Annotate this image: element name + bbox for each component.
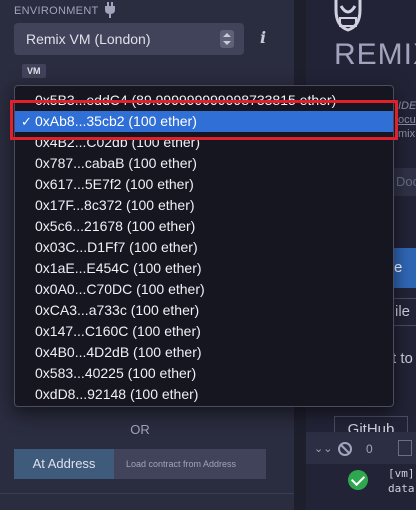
account-option-label: 0xCA3...a733c (100 ether) <box>35 302 200 318</box>
account-option-label: 0x1aE...E454C (100 ether) <box>35 260 202 276</box>
environment-label: ENVIRONMENT <box>14 5 99 17</box>
account-option[interactable]: 0xdD8...92148 (100 ether) <box>15 384 393 405</box>
terminal-log: [vm] data <box>388 466 415 496</box>
log-line: [vm] <box>388 467 415 480</box>
environment-select[interactable]: Remix VM (London) <box>14 23 244 55</box>
account-option[interactable]: 0x4B0...4D2dB (100 ether) <box>15 342 393 363</box>
account-option[interactable]: 0x17F...8c372 (100 ether) <box>15 195 393 216</box>
account-option[interactable]: 0x787...cabaB (100 ether) <box>15 153 393 174</box>
account-option-label: 0x4B0...4D2dB (100 ether) <box>35 344 202 360</box>
account-option-label: 0x0A0...C70DC (100 ether) <box>35 281 205 297</box>
primary-button[interactable]: e <box>392 248 416 288</box>
at-address-button[interactable]: At Address <box>14 449 114 479</box>
address-input[interactable]: Load contract from Address <box>114 449 266 479</box>
account-option[interactable]: 0xCA3...a733c (100 ether) <box>15 300 393 321</box>
account-option-label: 0x5c6...21678 (100 ether) <box>35 218 196 234</box>
account-option[interactable]: 0x583...40225 (100 ether) <box>15 363 393 384</box>
listen-checkbox[interactable] <box>398 440 412 456</box>
ide-text: IDE <box>398 100 416 112</box>
account-option[interactable]: 0x5c6...21678 (100 ether) <box>15 216 393 237</box>
account-option-label: 0x147...C160C (100 ether) <box>35 323 201 339</box>
account-option[interactable]: 0x617...5E7f2 (100 ether) <box>15 174 393 195</box>
account-option-label: 0x583...40225 (100 ether) <box>35 365 197 381</box>
remix-logo-icon <box>334 0 362 32</box>
documentation-link[interactable]: ocu <box>398 114 416 126</box>
log-line: data <box>388 482 415 495</box>
account-option[interactable]: 0x03C...D1Ff7 (100 ether) <box>15 237 393 258</box>
clear-console-icon[interactable] <box>338 442 352 456</box>
account-option-label: 0x17F...8c372 (100 ether) <box>35 197 195 213</box>
account-option[interactable]: 0x147...C160C (100 ether) <box>15 321 393 342</box>
divider <box>0 493 294 494</box>
brand-title: REMIX <box>334 38 416 71</box>
chevron-double-down-icon[interactable]: ⌄⌄ <box>314 442 332 455</box>
success-check-icon <box>348 470 368 490</box>
info-icon[interactable]: i <box>260 28 270 47</box>
pending-tx-count: 0 <box>366 442 373 456</box>
featured-text: t to <box>392 350 413 367</box>
file-button[interactable]: ile <box>392 298 416 326</box>
plug-icon <box>105 2 115 18</box>
account-option-label: 0xdD8...92148 (100 ether) <box>35 386 199 402</box>
account-option[interactable]: 0x1aE...E454C (100 ether) <box>15 258 393 279</box>
account-option-label: 0x617...5E7f2 (100 ether) <box>35 176 194 192</box>
vm-badge: VM <box>22 64 46 78</box>
account-option[interactable]: 0x0A0...C70DC (100 ether) <box>15 279 393 300</box>
selection-highlight-annotation <box>10 100 398 140</box>
account-option-label: 0x03C...D1Ff7 (100 ether) <box>35 239 198 255</box>
chevron-updown-icon <box>220 30 234 48</box>
account-option-label: 0x787...cabaB (100 ether) <box>35 155 197 171</box>
or-separator: OR <box>130 422 150 437</box>
search-documentation-input[interactable]: Doc <box>392 168 416 196</box>
environment-select-value: Remix VM (London) <box>26 31 151 47</box>
remix-link[interactable]: mix <box>398 128 415 140</box>
